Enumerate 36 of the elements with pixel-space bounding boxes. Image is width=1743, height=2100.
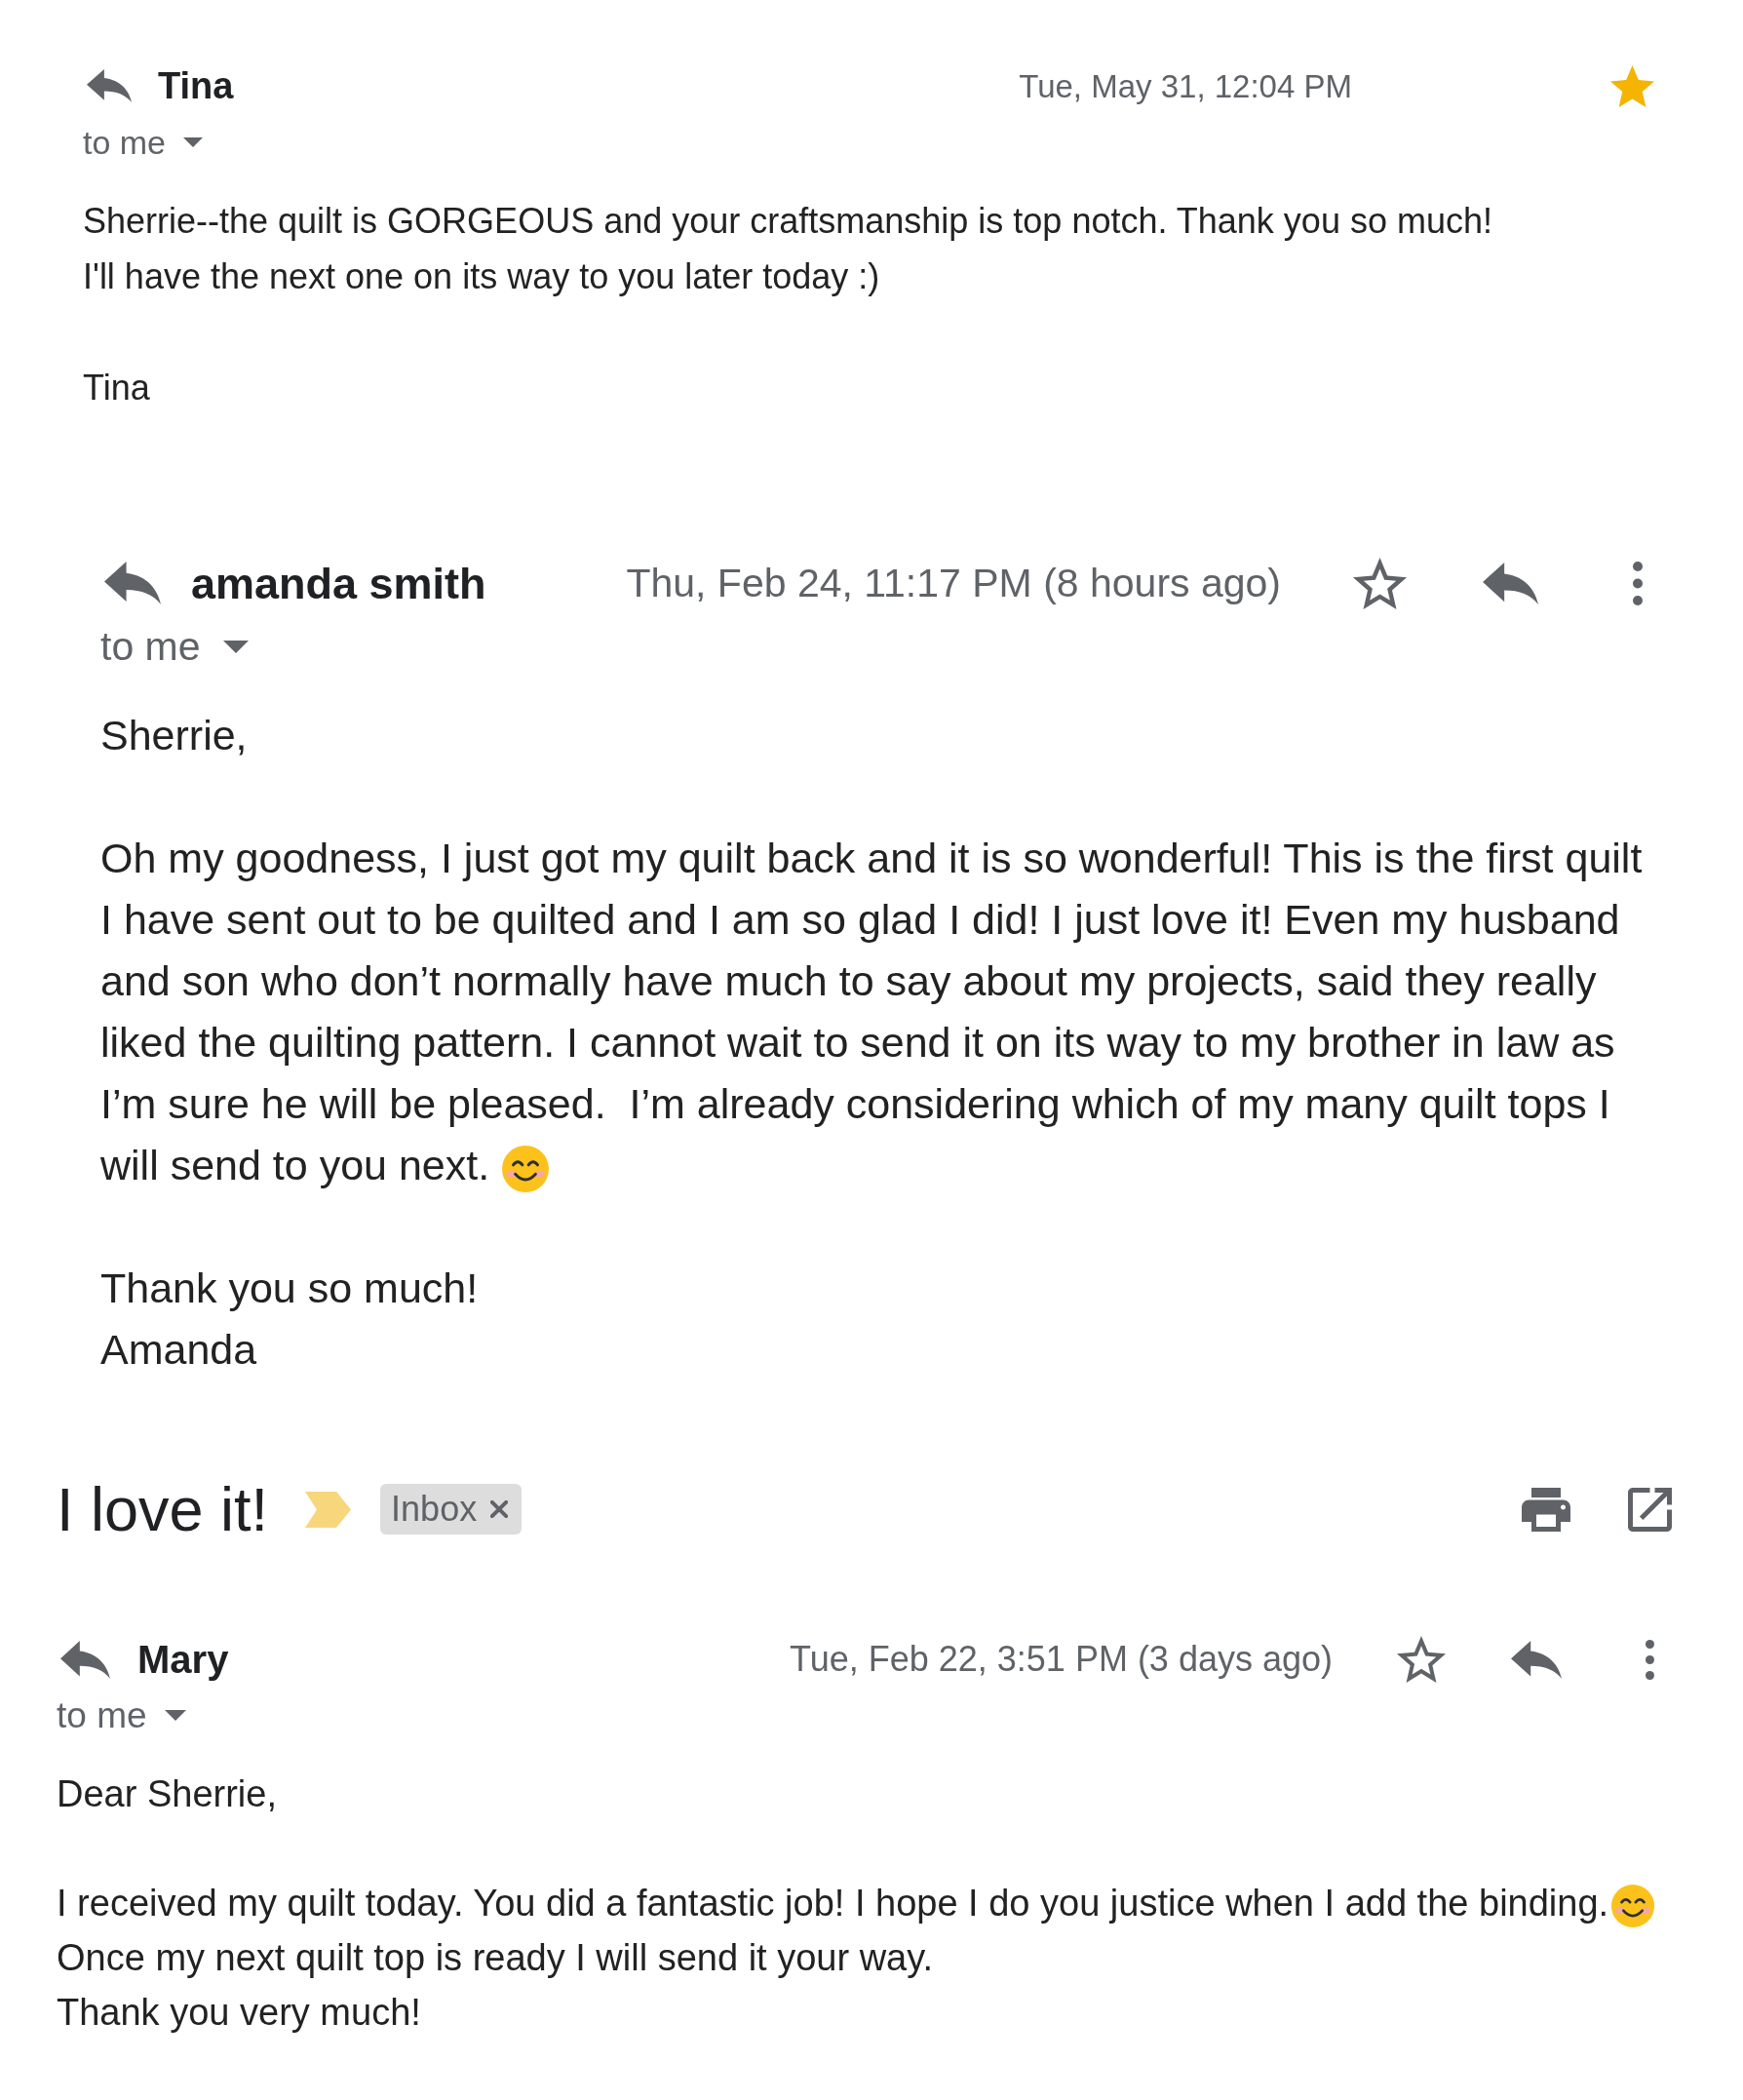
reply-icon[interactable] — [1483, 562, 1538, 604]
label-text: Inbox — [391, 1492, 478, 1527]
message-text: I received my quilt today. You did a fantastic job! I hope I do you justice when I add the binding. — [57, 1883, 1609, 1924]
open-in-new-window-icon[interactable] — [1628, 1487, 1672, 1532]
replied-arrow-icon — [104, 562, 161, 604]
print-icon[interactable] — [1522, 1487, 1570, 1532]
message-text: will send to you next. — [100, 1142, 490, 1188]
caret-down-icon[interactable] — [164, 1709, 186, 1721]
reply-icon[interactable] — [1511, 1640, 1562, 1679]
recipient-dropdown[interactable]: to me — [100, 625, 249, 668]
caret-down-icon[interactable] — [222, 640, 249, 653]
replied-arrow-icon — [60, 1640, 110, 1679]
star-outline-icon[interactable] — [1397, 1636, 1446, 1683]
recipient-dropdown[interactable]: to me — [57, 1694, 186, 1735]
message-date: Tue, May 31, 12:04 PM — [1019, 69, 1352, 102]
sender-name: Mary — [137, 1640, 229, 1679]
recipient-dropdown[interactable]: to me — [83, 123, 204, 162]
message-date: Tue, Feb 22, 3:51 PM (3 days ago) — [790, 1642, 1333, 1677]
filled-star-icon[interactable] — [1610, 64, 1654, 107]
more-options-icon[interactable] — [1633, 561, 1643, 605]
message-text: Once my next quilt top is ready I will send it your way. Thank you very much! — [57, 1937, 933, 2033]
replied-arrow-icon — [87, 69, 132, 102]
message-text: Tina — [83, 368, 150, 408]
sender-name: amanda smith — [191, 561, 486, 605]
message-text: Thank you so much! Amanda — [100, 1264, 479, 1373]
message-text: Dear Sherrie, — [57, 1773, 277, 1814]
close-icon[interactable] — [490, 1500, 509, 1518]
caret-down-icon[interactable] — [183, 137, 204, 147]
importance-marker-icon[interactable] — [305, 1491, 352, 1528]
message-text: Sherrie--the quilt is GORGEOUS and your craftsmanship is top notch. Thank you so much! I'll have the next one on its way to you later today :) — [83, 201, 1492, 296]
star-outline-icon[interactable] — [1353, 557, 1407, 609]
message-text: Sherrie, — [100, 712, 248, 758]
thread-subject: I love it! — [57, 1478, 269, 1540]
sender-name: Tina — [158, 67, 234, 104]
more-options-icon[interactable] — [1646, 1639, 1654, 1680]
message-date: Thu, Feb 24, 11:17 PM (8 hours ago) — [626, 563, 1281, 603]
